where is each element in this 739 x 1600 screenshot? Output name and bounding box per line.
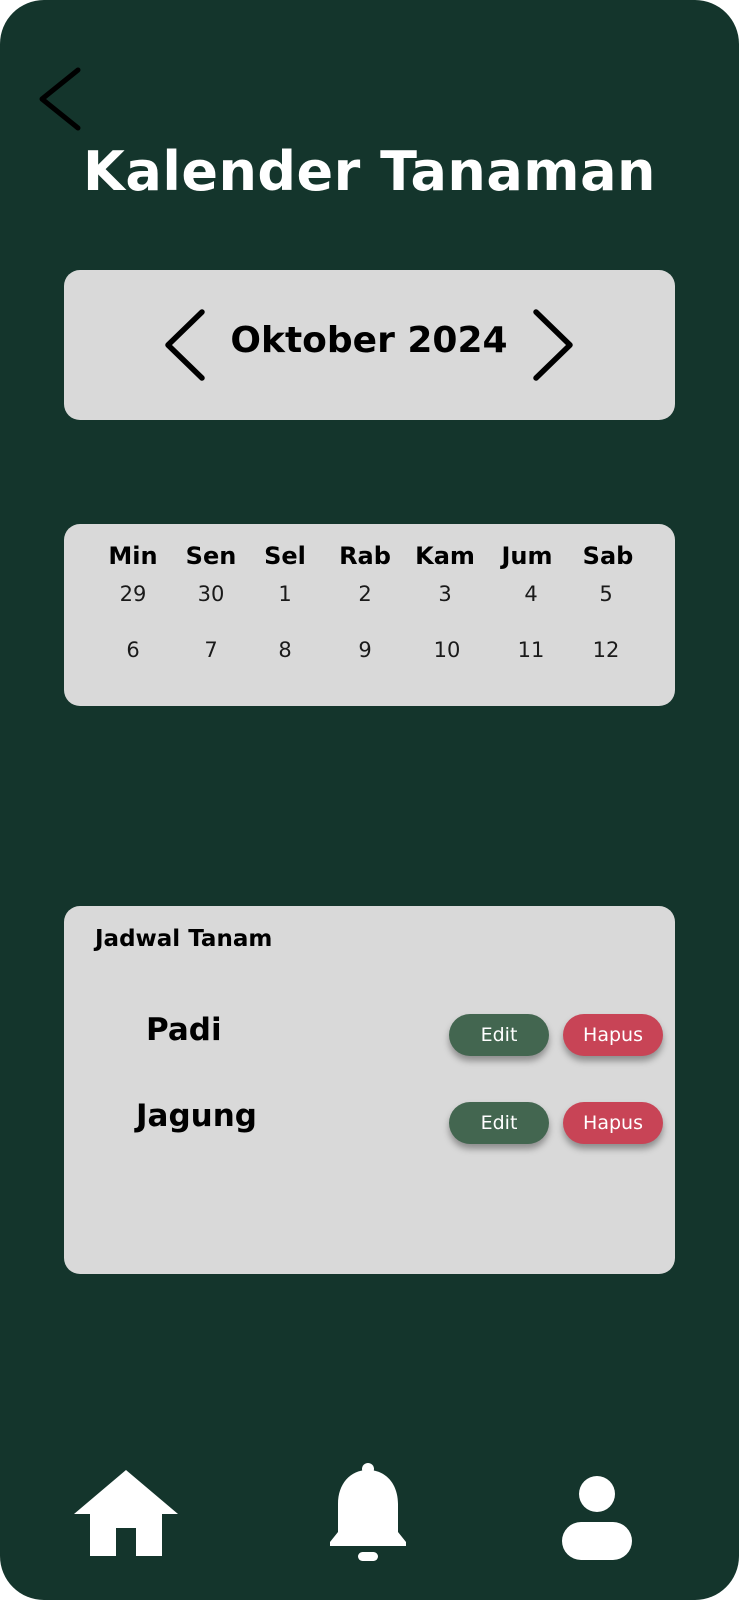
profile-tab[interactable] [560, 1476, 634, 1560]
chevron-left-icon [39, 67, 81, 131]
calendar-day[interactable]: 3 [405, 582, 485, 606]
edit-button[interactable]: Edit [449, 1102, 549, 1144]
calendar-day[interactable]: 8 [245, 638, 325, 662]
calendar-day[interactable]: 1 [245, 582, 325, 606]
calendar-day[interactable]: 9 [325, 638, 405, 662]
calendar-day[interactable]: 2 [325, 582, 405, 606]
next-month-button[interactable] [526, 306, 576, 384]
calendar-grid: Min Sen Sel Rab Kam Jum Sab 29 30 1 2 3 … [64, 524, 675, 706]
weekday-label: Jum [501, 542, 553, 570]
weekday-label: Sab [582, 542, 634, 570]
user-icon [562, 1476, 632, 1560]
schedule-title: Jadwal Tanam [95, 926, 273, 952]
weekday-label: Min [108, 542, 158, 570]
notifications-tab[interactable] [328, 1462, 408, 1566]
calendar-day[interactable]: 12 [566, 638, 646, 662]
home-tab[interactable] [74, 1468, 178, 1556]
weekday-label: Sel [264, 542, 306, 570]
home-icon [74, 1470, 178, 1556]
weekday-header-row: Min Sen Sel Rab Kam Jum Sab [64, 542, 675, 576]
app-screen: Kalender Tanaman Oktober 2024 Min Sen Se… [0, 0, 739, 1600]
calendar-day[interactable]: 29 [93, 582, 173, 606]
weekday-label: Sen [185, 542, 237, 570]
calendar-week-row: 29 30 1 2 3 4 5 [64, 582, 675, 616]
calendar-day[interactable]: 11 [491, 638, 571, 662]
calendar-day[interactable]: 7 [171, 638, 251, 662]
calendar-week-row: 6 7 8 9 10 11 12 [64, 638, 675, 672]
delete-button[interactable]: Hapus [563, 1102, 663, 1144]
planting-schedule: Jadwal Tanam Padi Edit Hapus Jagung Edit… [64, 906, 675, 1274]
chevron-left-icon [165, 309, 205, 381]
crop-name: Jagung [136, 1098, 257, 1134]
crop-name: Padi [146, 1012, 222, 1048]
month-picker: Oktober 2024 [64, 270, 675, 420]
edit-button[interactable]: Edit [449, 1014, 549, 1056]
weekday-label: Rab [339, 542, 391, 570]
bell-icon [330, 1463, 406, 1561]
calendar-day[interactable]: 4 [491, 582, 571, 606]
calendar-day[interactable]: 6 [93, 638, 173, 662]
delete-button[interactable]: Hapus [563, 1014, 663, 1056]
back-button[interactable] [34, 66, 90, 132]
chevron-right-icon [533, 309, 573, 381]
previous-month-button[interactable] [162, 306, 212, 384]
calendar-day[interactable]: 30 [171, 582, 251, 606]
calendar-day[interactable]: 10 [407, 638, 487, 662]
month-label: Oktober 2024 [230, 320, 508, 361]
weekday-label: Kam [415, 542, 475, 570]
page-title: Kalender Tanaman [83, 140, 656, 203]
calendar-day[interactable]: 5 [566, 582, 646, 606]
